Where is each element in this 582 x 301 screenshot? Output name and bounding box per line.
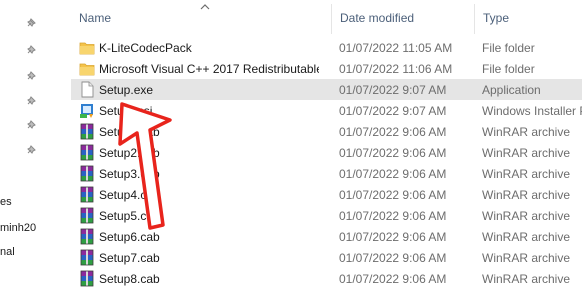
winrar-archive-icon: [79, 165, 95, 182]
file-name[interactable]: Setup2.cab: [99, 146, 319, 160]
file-date-modified: 01/07/2022 9:06 AM: [339, 188, 447, 202]
file-name[interactable]: K-LiteCodecPack: [99, 41, 319, 55]
installer-icon: [79, 102, 95, 119]
file-row[interactable]: Setup2.cab 01/07/2022 9:06 AM WinRAR archi…: [71, 142, 582, 163]
pin-icon[interactable]: [26, 120, 36, 130]
file-date-modified: 01/07/2022 9:06 AM: [339, 146, 447, 160]
file-name[interactable]: Setup4.cab: [99, 188, 319, 202]
winrar-archive-icon: [79, 228, 95, 245]
column-header-type[interactable]: Type: [483, 11, 509, 25]
winrar-archive-icon: [79, 270, 95, 287]
file-row[interactable]: Setup5.cab 01/07/2022 9:06 AM WinRAR archi…: [71, 205, 582, 226]
column-divider[interactable]: [331, 4, 332, 34]
file-date-modified: 01/07/2022 9:07 AM: [339, 83, 447, 97]
file-row[interactable]: Setup1.cab 01/07/2022 9:06 AM WinRAR archi…: [71, 121, 582, 142]
column-header-date-modified[interactable]: Date modified: [340, 11, 414, 25]
nav-item-label[interactable]: nal: [0, 246, 15, 258]
winrar-archive-icon: [79, 207, 95, 224]
file-type: WinRAR archive: [482, 209, 571, 223]
file-list: Name Date modified Type K-LiteCodecPack 0…: [44, 0, 582, 301]
file-date-modified: 01/07/2022 9:06 AM: [339, 167, 447, 181]
file-date-modified: 01/07/2022 11:06 AM: [339, 62, 453, 76]
file-name[interactable]: Setup7.cab: [99, 251, 319, 265]
pin-icon[interactable]: [26, 45, 36, 55]
file-type: WinRAR archive: [482, 146, 571, 160]
file-date-modified: 01/07/2022 9:06 AM: [339, 125, 447, 139]
file-type: Application: [482, 83, 541, 97]
file-row[interactable]: Microsoft Visual C++ 2017 Redistributabl…: [71, 58, 582, 79]
file-date-modified: 01/07/2022 9:06 AM: [339, 251, 447, 265]
winrar-archive-icon: [79, 186, 95, 203]
folder-icon: [79, 60, 95, 77]
file-date-modified: 01/07/2022 9:06 AM: [339, 230, 447, 244]
file-date-modified: 01/07/2022 9:07 AM: [339, 104, 447, 118]
file-row[interactable]: K-LiteCodecPack 01/07/2022 11:05 AM File f…: [71, 37, 582, 58]
winrar-archive-icon: [79, 249, 95, 266]
pin-icon[interactable]: [26, 96, 36, 106]
column-header-name[interactable]: Name: [79, 11, 111, 25]
file-type: WinRAR archive: [482, 125, 571, 139]
file-type: Windows Installer Pa: [482, 104, 582, 118]
pin-icon[interactable]: [26, 145, 36, 155]
file-row[interactable]: Setup7.cab 01/07/2022 9:06 AM WinRAR archi…: [71, 247, 582, 268]
file-type: WinRAR archive: [482, 230, 571, 244]
file-row[interactable]: Setup6.cab 01/07/2022 9:06 AM WinRAR archi…: [71, 226, 582, 247]
file-date-modified: 01/07/2022 9:06 AM: [339, 209, 447, 223]
file-type: File folder: [482, 41, 535, 55]
file-date-modified: 01/07/2022 9:06 AM: [339, 272, 447, 286]
file-name[interactable]: Setup3.cab: [99, 167, 319, 181]
file-type: WinRAR archive: [482, 251, 571, 265]
file-row[interactable]: Setup8.cab 01/07/2022 9:06 AM WinRAR archi…: [71, 268, 582, 289]
file-row[interactable]: Setup3.cab 01/07/2022 9:06 AM WinRAR archi…: [71, 163, 582, 184]
pin-icon[interactable]: [26, 18, 36, 28]
pin-icon[interactable]: [26, 71, 36, 81]
file-type: WinRAR archive: [482, 167, 571, 181]
file-name[interactable]: Setup.msi: [99, 104, 319, 118]
column-divider[interactable]: [474, 4, 475, 34]
winrar-archive-icon: [79, 144, 95, 161]
file-name[interactable]: Setup1.cab: [99, 125, 319, 139]
file-type: WinRAR archive: [482, 188, 571, 202]
file-row[interactable]: Setup.exe 01/07/2022 9:07 AM Application: [71, 79, 582, 100]
file-name[interactable]: Setup.exe: [99, 83, 319, 97]
file-row[interactable]: Setup4.cab 01/07/2022 9:06 AM WinRAR archi…: [71, 184, 582, 205]
file-type: WinRAR archive: [482, 272, 571, 286]
file-row[interactable]: Setup.msi 01/07/2022 9:07 AM Windows Insta…: [71, 100, 582, 121]
file-name[interactable]: Setup8.cab: [99, 272, 319, 286]
nav-item-label[interactable]: es: [0, 196, 12, 208]
nav-item-label[interactable]: minh20: [0, 222, 36, 234]
column-header-row: Name Date modified Type: [44, 0, 582, 36]
file-name[interactable]: Setup5.cab: [99, 209, 319, 223]
folder-icon: [79, 39, 95, 56]
file-name[interactable]: Microsoft Visual C++ 2017 Redistributabl…: [99, 62, 319, 76]
file-date-modified: 01/07/2022 11:05 AM: [339, 41, 453, 55]
file-name[interactable]: Setup6.cab: [99, 230, 319, 244]
application-icon: [79, 81, 95, 98]
winrar-archive-icon: [79, 123, 95, 140]
navigation-pane: es minh20 nal: [0, 0, 44, 301]
file-type: File folder: [482, 62, 535, 76]
